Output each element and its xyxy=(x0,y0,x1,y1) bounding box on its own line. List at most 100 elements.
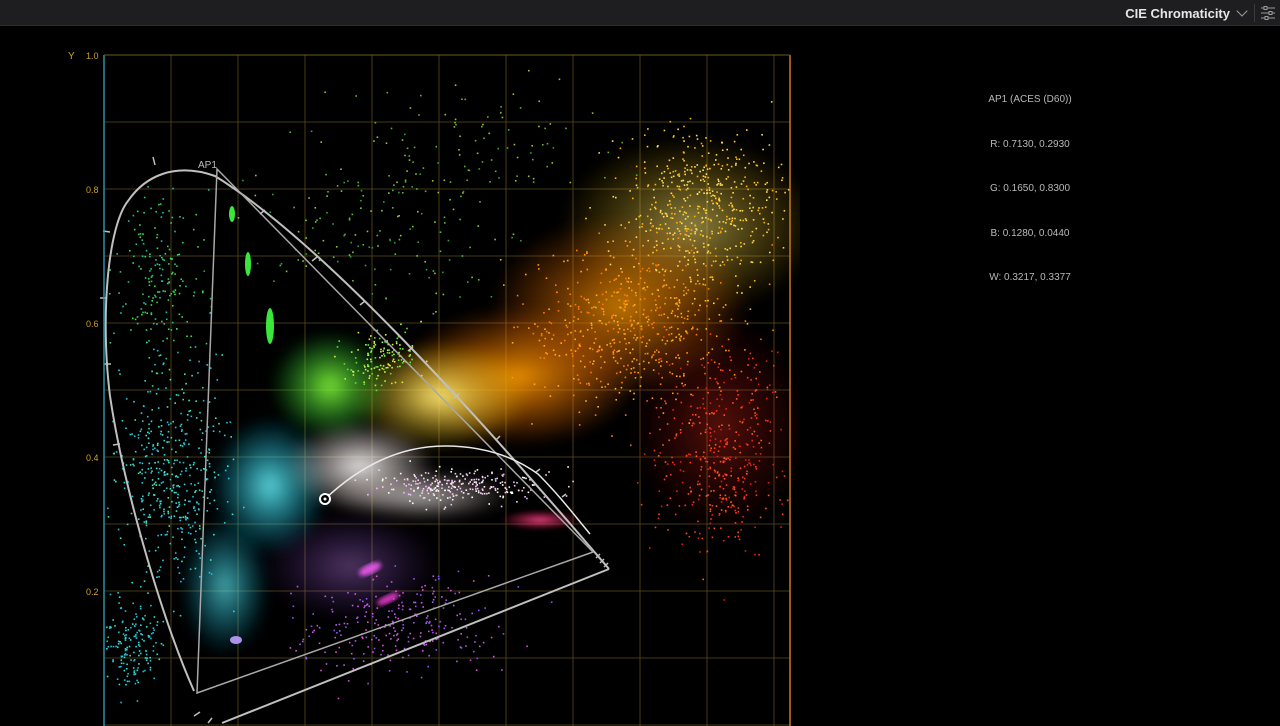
scatter-point xyxy=(670,297,672,299)
scatter-point xyxy=(772,463,775,466)
scatter-point xyxy=(709,510,712,513)
scatter-point xyxy=(148,442,150,444)
scatter-point xyxy=(589,207,591,209)
scatter-point xyxy=(269,211,272,213)
scatter-point xyxy=(123,481,126,484)
scatter-point xyxy=(147,277,150,280)
scatter-point xyxy=(302,260,304,262)
scatter-point xyxy=(398,604,400,606)
scatter-point xyxy=(425,508,428,511)
scatter-point xyxy=(701,217,704,219)
scatter-point xyxy=(638,363,641,365)
scatter-point xyxy=(703,166,705,169)
scatter-point xyxy=(345,616,347,618)
scatter-point xyxy=(162,198,165,200)
scatter-point xyxy=(736,134,739,136)
scatter-point xyxy=(659,306,662,309)
scatter-point xyxy=(189,474,191,477)
scatter-point xyxy=(391,351,394,353)
scatter-point xyxy=(690,393,692,396)
scatter-point xyxy=(202,399,205,402)
scatter-point xyxy=(190,335,193,338)
scatter-point xyxy=(437,191,440,194)
scatter-point xyxy=(704,284,706,286)
scatter-point xyxy=(612,314,615,316)
scatter-point xyxy=(129,639,132,641)
scatter-point xyxy=(435,311,437,313)
scatter-point xyxy=(494,238,496,241)
scatter-point xyxy=(687,181,689,183)
scatter-point xyxy=(390,581,393,583)
scatter-point xyxy=(697,274,699,276)
scatter-point xyxy=(157,407,160,409)
scatter-point xyxy=(617,156,620,159)
scatter-point xyxy=(398,191,400,194)
scatter-point xyxy=(647,128,649,130)
scatter-point xyxy=(699,233,702,236)
scatter-point xyxy=(426,620,428,623)
scatter-point xyxy=(707,244,709,247)
scatter-point xyxy=(439,481,441,483)
scatter-point xyxy=(762,218,765,220)
scatter-point xyxy=(666,165,669,167)
scatter-point xyxy=(414,480,417,483)
scatter-point xyxy=(184,373,186,375)
scatter-point xyxy=(167,328,170,330)
scatter-point xyxy=(206,459,209,462)
scatter-point xyxy=(737,535,740,538)
scatter-point xyxy=(478,609,480,612)
scatter-point xyxy=(193,507,195,510)
scope-settings-button[interactable] xyxy=(1258,4,1278,22)
scatter-point xyxy=(193,461,195,464)
scatter-point xyxy=(126,523,129,526)
scatter-point xyxy=(726,148,728,151)
scatter-point xyxy=(595,306,597,309)
scatter-point xyxy=(727,535,730,538)
scatter-point xyxy=(721,369,724,372)
scatter-point xyxy=(586,268,589,271)
scatter-point xyxy=(149,656,151,659)
scatter-point xyxy=(169,378,172,381)
scatter-point xyxy=(580,295,583,298)
scatter-point xyxy=(627,281,630,283)
scatter-point xyxy=(617,350,620,352)
scope-toolbar: CIE Chromaticity xyxy=(0,0,1280,26)
scatter-point xyxy=(172,484,175,486)
scatter-point xyxy=(290,592,292,595)
scatter-point xyxy=(691,244,694,247)
scatter-point xyxy=(396,366,399,368)
scatter-point xyxy=(628,342,630,344)
scatter-point xyxy=(582,259,584,262)
scatter-point xyxy=(721,141,723,144)
scatter-point xyxy=(458,591,461,594)
scatter-point xyxy=(662,182,664,184)
scatter-point xyxy=(142,495,144,498)
scatter-point xyxy=(198,447,200,449)
scatter-point xyxy=(744,320,747,322)
scatter-point xyxy=(180,412,182,415)
scatter-point xyxy=(655,249,658,252)
scatter-point xyxy=(775,191,777,193)
scatter-point xyxy=(690,249,693,252)
scatter-point xyxy=(513,143,516,146)
scatter-point xyxy=(115,480,117,483)
scatter-point xyxy=(734,522,737,524)
scatter-point xyxy=(392,207,394,209)
scatter-point xyxy=(450,471,452,473)
scatter-point xyxy=(715,197,717,200)
scatter-point xyxy=(580,330,582,332)
scatter-point xyxy=(735,275,737,277)
scatter-point xyxy=(727,457,729,460)
scatter-point xyxy=(314,249,317,252)
scatter-point xyxy=(774,391,777,393)
scatter-point xyxy=(150,637,152,640)
scatter-point xyxy=(316,219,318,221)
scatter-point xyxy=(538,339,541,342)
scatter-point xyxy=(394,645,397,647)
scatter-point xyxy=(543,496,546,498)
scatter-point xyxy=(730,378,733,380)
scatter-point xyxy=(370,347,373,350)
scatter-point xyxy=(691,504,694,506)
scatter-point xyxy=(700,142,703,145)
scope-type-dropdown[interactable]: CIE Chromaticity xyxy=(1121,3,1250,23)
